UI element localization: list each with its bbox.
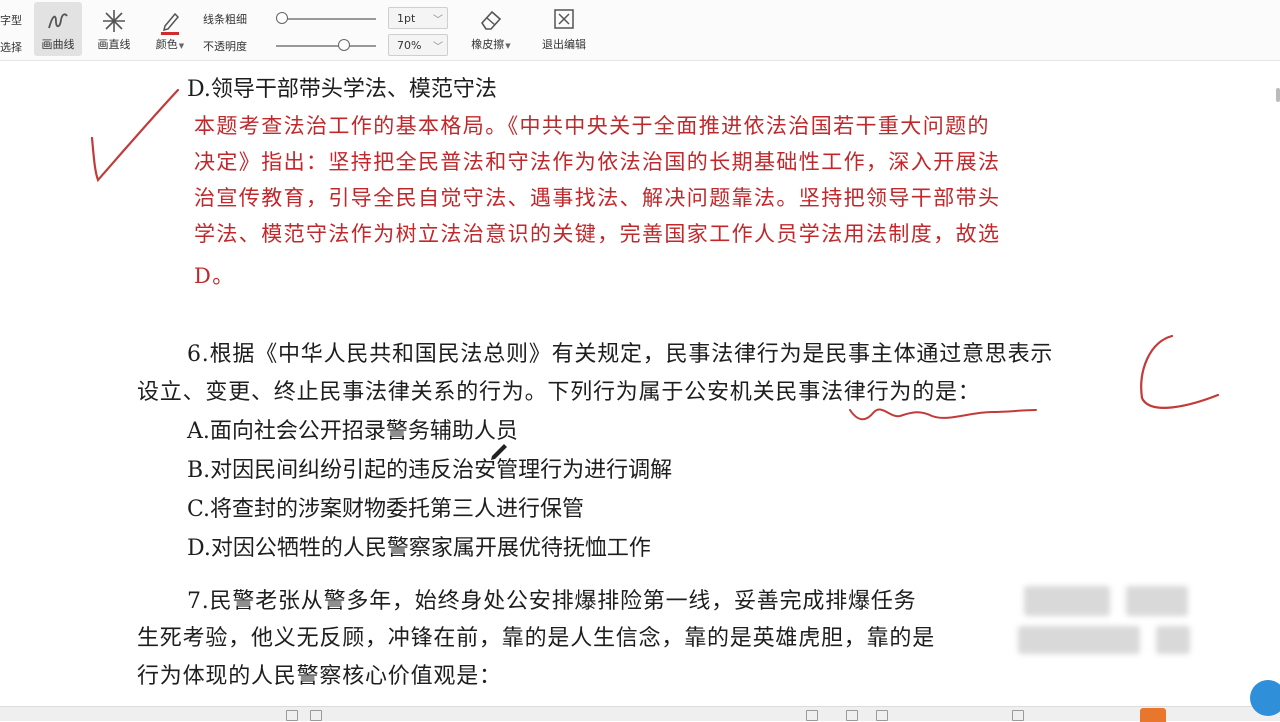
eraser-label: 橡皮擦 bbox=[471, 38, 505, 51]
thickness-slider-knob[interactable] bbox=[276, 12, 288, 24]
layout-icon[interactable] bbox=[846, 710, 858, 721]
curve-ink-stroke bbox=[1140, 334, 1220, 409]
draw-curve-button[interactable]: 画曲线 bbox=[34, 2, 82, 56]
color-label: 颜色 bbox=[155, 38, 178, 51]
thickness-label: 线条粗细 bbox=[203, 13, 247, 26]
thickness-value: 1pt bbox=[397, 12, 416, 25]
thickness-select[interactable]: 1pt ﹀ bbox=[388, 7, 448, 29]
draw-curve-label: 画曲线 bbox=[41, 38, 75, 51]
layout-icon[interactable] bbox=[806, 710, 818, 721]
page-icon[interactable] bbox=[286, 710, 298, 721]
chevron-down-icon: ﹀ bbox=[433, 15, 443, 26]
layout-icon[interactable] bbox=[876, 710, 888, 721]
checkmark-ink-stroke bbox=[90, 88, 180, 183]
curve-pen-icon bbox=[48, 13, 68, 29]
assistant-icon[interactable] bbox=[1250, 680, 1280, 716]
pen-cursor-icon bbox=[491, 444, 507, 460]
layout-icon[interactable] bbox=[1012, 710, 1024, 721]
page-icon[interactable] bbox=[310, 710, 322, 721]
wavy-underline-ink-stroke bbox=[849, 408, 1037, 421]
eraser-icon bbox=[480, 10, 502, 30]
scrollbar-thumb[interactable] bbox=[1276, 88, 1280, 102]
color-picker-button[interactable]: 颜色▼ bbox=[150, 2, 190, 56]
pen-color-icon bbox=[161, 12, 180, 35]
opacity-value: 70% bbox=[397, 39, 422, 52]
thickness-slider[interactable] bbox=[276, 18, 376, 20]
select-tool-label-top[interactable]: 字型 bbox=[0, 12, 22, 28]
dropdown-caret-icon: ▼ bbox=[505, 42, 511, 50]
ink-annotation-layer bbox=[90, 88, 1220, 460]
draw-line-button[interactable]: 画直线 bbox=[90, 2, 138, 56]
opacity-label: 不透明度 bbox=[203, 40, 247, 53]
document-page: D.领导干部带头学法、模范守法 本题考查法治工作的基本格局。《中共中央关于全面推… bbox=[0, 60, 1280, 720]
draw-line-label: 画直线 bbox=[97, 38, 131, 51]
select-tool-label-bottom[interactable]: 选择 bbox=[0, 39, 22, 55]
opacity-slider-knob[interactable] bbox=[337, 39, 350, 51]
status-bar bbox=[0, 706, 1280, 721]
chevron-down-icon: ﹀ bbox=[433, 42, 443, 53]
line-spark-icon bbox=[103, 10, 125, 32]
eraser-button[interactable]: 橡皮擦▼ bbox=[462, 2, 520, 56]
exit-edit-button[interactable]: 退出编辑 bbox=[534, 2, 594, 56]
opacity-slider[interactable] bbox=[276, 45, 376, 47]
drawing-toolbar: 字型 选择 画曲线 画直线 颜色▼ 线条粗细 不透明度 1pt ﹀ 70% ﹀ … bbox=[0, 0, 1280, 61]
close-box-icon bbox=[554, 9, 574, 29]
opacity-select[interactable]: 70% ﹀ bbox=[388, 34, 448, 56]
dropdown-caret-icon: ▼ bbox=[178, 42, 185, 50]
exit-edit-label: 退出编辑 bbox=[542, 38, 586, 51]
